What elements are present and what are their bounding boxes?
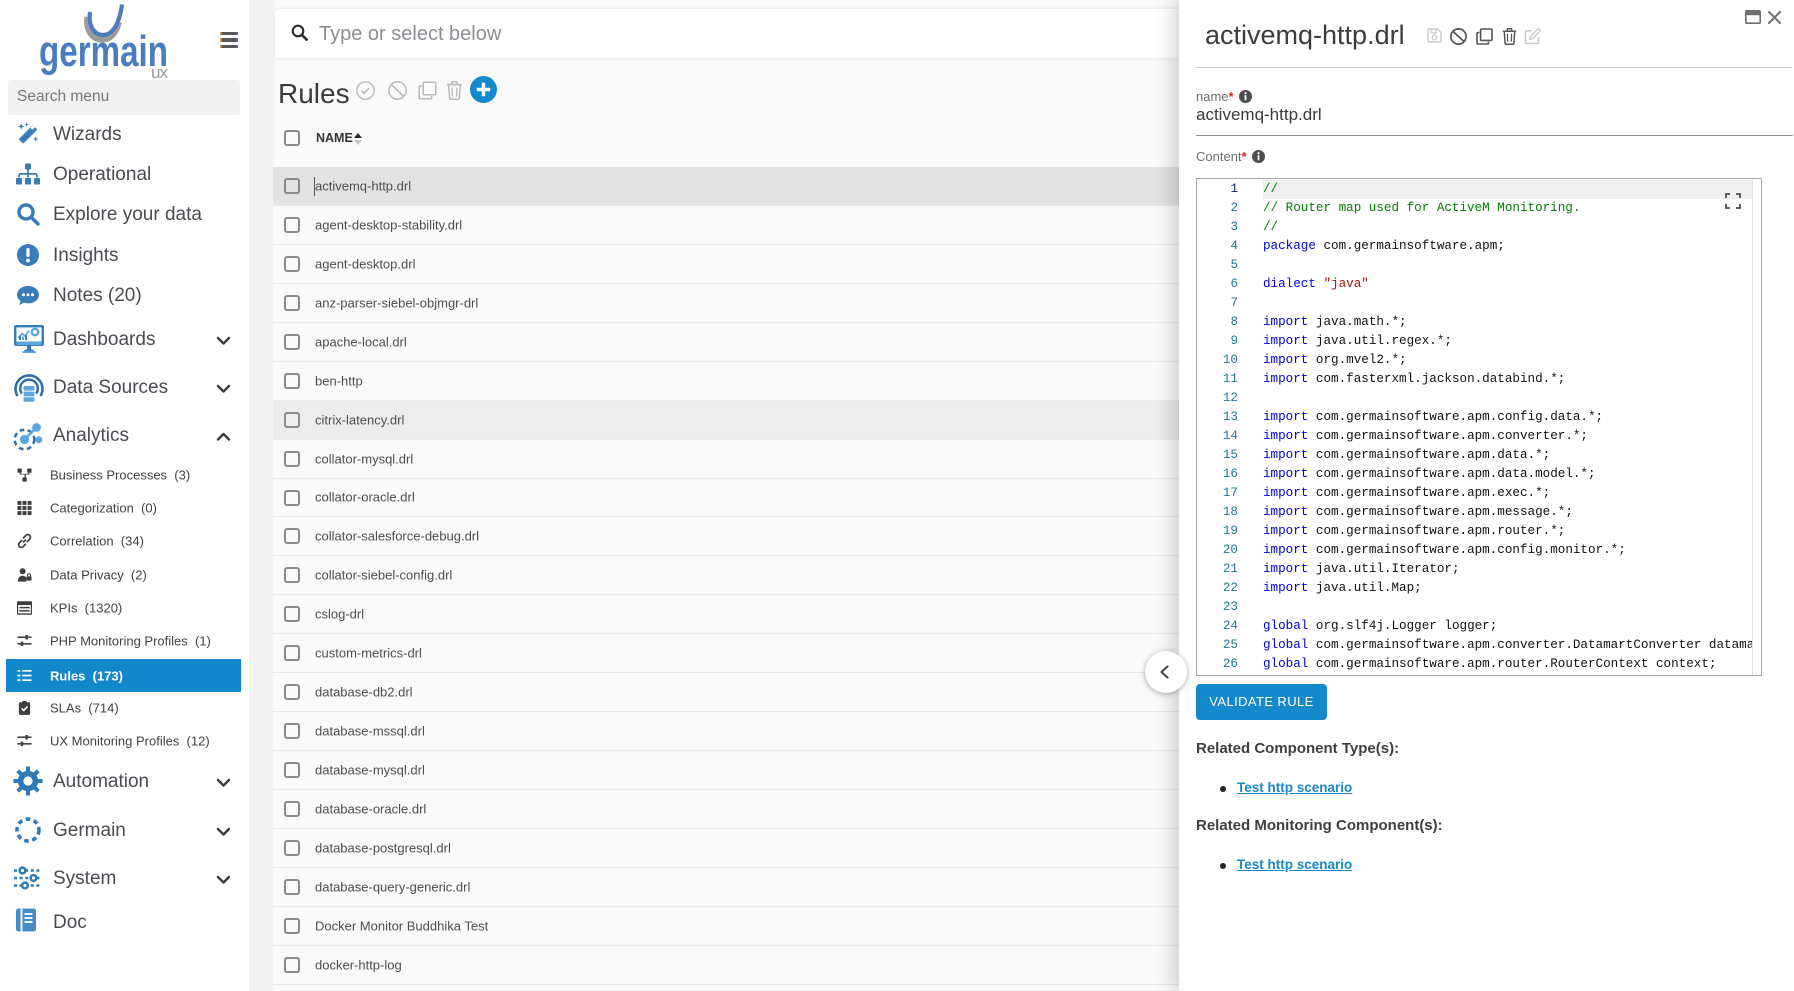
svg-text:ux: ux	[151, 63, 169, 80]
svg-text:germain: germain	[39, 27, 168, 76]
